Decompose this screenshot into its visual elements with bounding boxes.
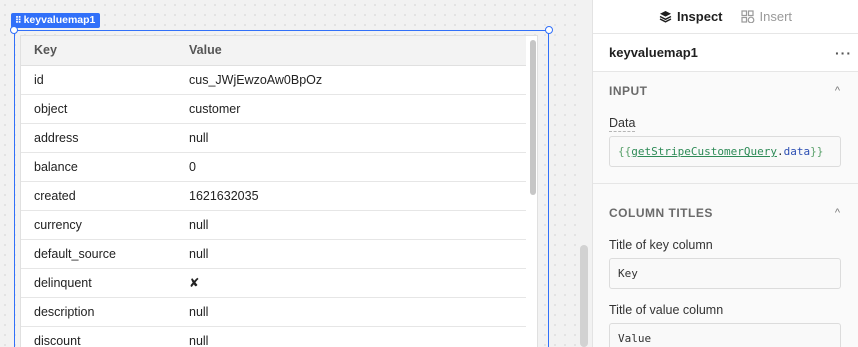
component-tag-label: keyvaluemap1: [23, 14, 96, 26]
component-name[interactable]: keyvaluemap1: [609, 45, 698, 60]
key-column-input[interactable]: Key: [609, 258, 841, 289]
table-row: discount null: [21, 326, 526, 347]
tab-inspect[interactable]: Inspect: [659, 0, 723, 34]
table-row: delinquent ✘: [21, 268, 526, 298]
table-row: balance 0: [21, 152, 526, 182]
chevron-up-icon[interactable]: ^: [835, 207, 840, 219]
table-row: address null: [21, 123, 526, 153]
insert-icon: [740, 10, 755, 23]
row-key: balance: [21, 152, 189, 182]
row-value: null: [189, 326, 526, 347]
row-key: created: [21, 181, 189, 211]
tab-inspect-label: Inspect: [676, 9, 723, 24]
table-header-row: Key Value: [21, 36, 526, 66]
column-titles-title: COLUMN TITLES: [609, 206, 713, 220]
key-value-table: Key Value id cus_JWjEwzoAw0BpOz object cus…: [21, 36, 526, 347]
inspector-panel: Inspect Insert keyvaluemap1 ··· INPUT ^ …: [592, 0, 858, 347]
row-key: object: [21, 94, 189, 124]
table-row: description null: [21, 297, 526, 327]
resize-handle-top-right[interactable]: [545, 26, 553, 34]
input-section-header[interactable]: INPUT ^: [593, 72, 858, 110]
input-section-title: INPUT: [609, 84, 648, 98]
data-label: Data: [609, 116, 636, 132]
canvas-scrollbar[interactable]: [580, 245, 588, 347]
inspect-icon: [659, 10, 672, 23]
table-scrollbar[interactable]: [530, 40, 536, 195]
panel-tabs: Inspect Insert: [593, 0, 858, 34]
table-row: currency null: [21, 210, 526, 240]
row-value: null: [189, 297, 526, 327]
row-value: 1621632035: [189, 181, 526, 211]
row-key: id: [21, 65, 189, 95]
header-key: Key: [21, 36, 189, 66]
row-key: discount: [21, 326, 189, 347]
row-value: null: [189, 239, 526, 269]
tab-insert[interactable]: Insert: [740, 0, 793, 34]
row-value: null: [189, 123, 526, 153]
code-identifier: getStripeCustomerQuery: [631, 145, 777, 158]
table-row: id cus_JWjEwzoAw0BpOz: [21, 65, 526, 95]
code-dot: .: [776, 145, 784, 158]
row-key: address: [21, 123, 189, 153]
row-value: 0: [189, 152, 526, 182]
tab-insert-label: Insert: [759, 9, 793, 24]
row-value: customer: [189, 94, 526, 124]
component-tag[interactable]: ⠿ keyvaluemap1: [11, 13, 101, 28]
input-section: INPUT ^ Data {{getStripeCustomerQuery. da…: [593, 72, 858, 194]
code-close-brace: }}: [810, 145, 824, 158]
table-row: object customer: [21, 94, 526, 124]
more-icon[interactable]: ···: [835, 45, 852, 61]
row-value: null: [189, 210, 526, 240]
column-titles-section: COLUMN TITLES ^ Title of key column Key …: [593, 194, 858, 347]
section-divider: [593, 183, 858, 184]
row-key: delinquent: [21, 268, 189, 298]
table-row: created 1621632035: [21, 181, 526, 211]
data-code-input[interactable]: {{getStripeCustomerQuery. data}}: [609, 136, 841, 167]
canvas[interactable]: ⠿ keyvaluemap1 Key Value id cus_JWjEwzoAw…: [0, 0, 578, 347]
key-column-label: Title of key column: [609, 238, 713, 252]
code-open-brace: {{: [618, 145, 632, 158]
row-value: ✘: [189, 268, 526, 298]
table-row: default_source null: [21, 239, 526, 269]
resize-handle-top-left[interactable]: [10, 26, 18, 34]
chevron-up-icon[interactable]: ^: [835, 85, 840, 97]
column-titles-header[interactable]: COLUMN TITLES ^: [593, 194, 858, 232]
value-column-input[interactable]: Value: [609, 323, 841, 347]
row-key: default_source: [21, 239, 189, 269]
row-key: description: [21, 297, 189, 327]
key-value-map[interactable]: Key Value id cus_JWjEwzoAw0BpOz object cus…: [20, 35, 538, 347]
row-value: cus_JWjEwzoAw0BpOz: [189, 65, 526, 95]
header-value: Value: [189, 36, 526, 66]
code-property: data: [783, 145, 811, 158]
component-header: keyvaluemap1 ···: [593, 34, 858, 72]
row-key: currency: [21, 210, 189, 240]
value-column-label: Title of value column: [609, 303, 724, 317]
